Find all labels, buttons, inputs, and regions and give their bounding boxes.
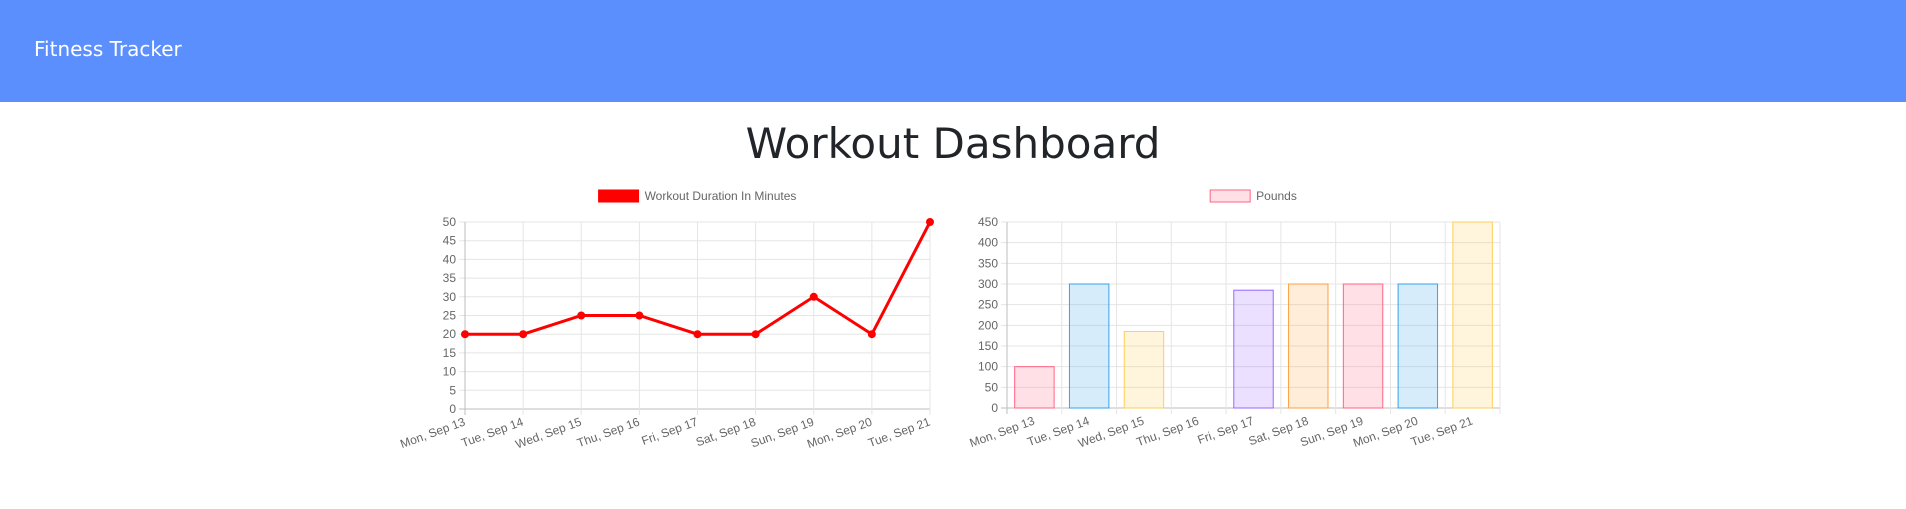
y-tick-label: 0 [991,401,998,415]
y-tick-label: 300 [978,277,998,291]
bar [1288,283,1329,409]
bar [1397,283,1439,409]
y-tick-label: 450 [978,215,998,229]
legend-label: Workout Duration In Minutes [645,189,797,203]
y-tick-label: 5 [449,383,456,397]
bar [1068,283,1110,409]
y-tick-label: 15 [443,346,457,360]
workout-duration-chart: 0 5 10 15 20 25 30 35 40 45 50 Mon, Sep 13 Tue, Sep … [398,189,934,452]
y-tick-label: 350 [978,256,998,270]
x-tick-label: Tue, Sep 21 [866,415,932,450]
y-tick-label: 100 [978,360,998,374]
y-tick-label: 50 [443,215,457,229]
data-point [635,311,644,320]
y-tick-label: 30 [443,290,457,304]
bar [1342,283,1384,409]
x-tick-label: Mon, Sep 13 [968,414,1037,451]
y-tick-label: 250 [978,298,998,312]
data-point [867,330,876,339]
y-tick-label: 150 [978,339,998,353]
x-tick-label: Mon, Sep 13 [398,415,467,452]
y-tick-label: 25 [443,309,457,323]
bar [1452,221,1493,409]
x-tick-label: Fri, Sep 17 [1196,414,1256,447]
y-tick-label: 0 [449,402,456,416]
chart-legend: Pounds [1209,189,1297,203]
x-tick-label: Sat, Sep 18 [694,415,758,450]
brand-link[interactable]: Fitness Tracker [34,37,182,61]
bar [1123,331,1165,409]
navbar: Fitness Tracker [0,0,1906,102]
x-tick-label: Mon, Sep 20 [805,415,874,452]
data-point [693,330,702,339]
data-point [577,311,586,320]
chart-legend: Workout Duration In Minutes [598,189,797,203]
x-tick-label: Thu, Sep 16 [575,415,642,451]
x-tick-label: Tue, Sep 21 [1409,414,1475,449]
y-tick-label: 45 [443,234,457,248]
x-tick-label: Fri, Sep 17 [640,415,700,448]
bar [1014,366,1055,409]
y-tick-label: 40 [443,252,457,266]
y-tick-label: 50 [985,380,999,394]
y-tick-label: 10 [443,365,457,379]
y-tick-label: 35 [443,271,457,285]
data-point [809,292,818,301]
data-point [926,218,934,226]
y-tick-label: 400 [978,236,998,250]
y-tick-label: 20 [443,327,457,341]
data-point [751,330,760,339]
legend-swatch [598,189,640,203]
x-tick-label: Sun, Sep 19 [749,415,816,451]
pounds-chart: 0 50 100 150 200 250 300 350 400 450 Mon, Sep 13 Tu… [968,189,1501,451]
legend-label: Pounds [1256,189,1297,203]
page-title: Workout Dashboard [745,119,1161,168]
x-tick-label: Wed, Sep 15 [513,415,583,452]
legend-swatch [1209,189,1251,203]
data-point [461,330,469,339]
data-point [519,330,528,339]
x-tick-label: Thu, Sep 16 [1135,414,1202,450]
y-tick-label: 200 [978,318,998,332]
bar [1233,289,1274,409]
